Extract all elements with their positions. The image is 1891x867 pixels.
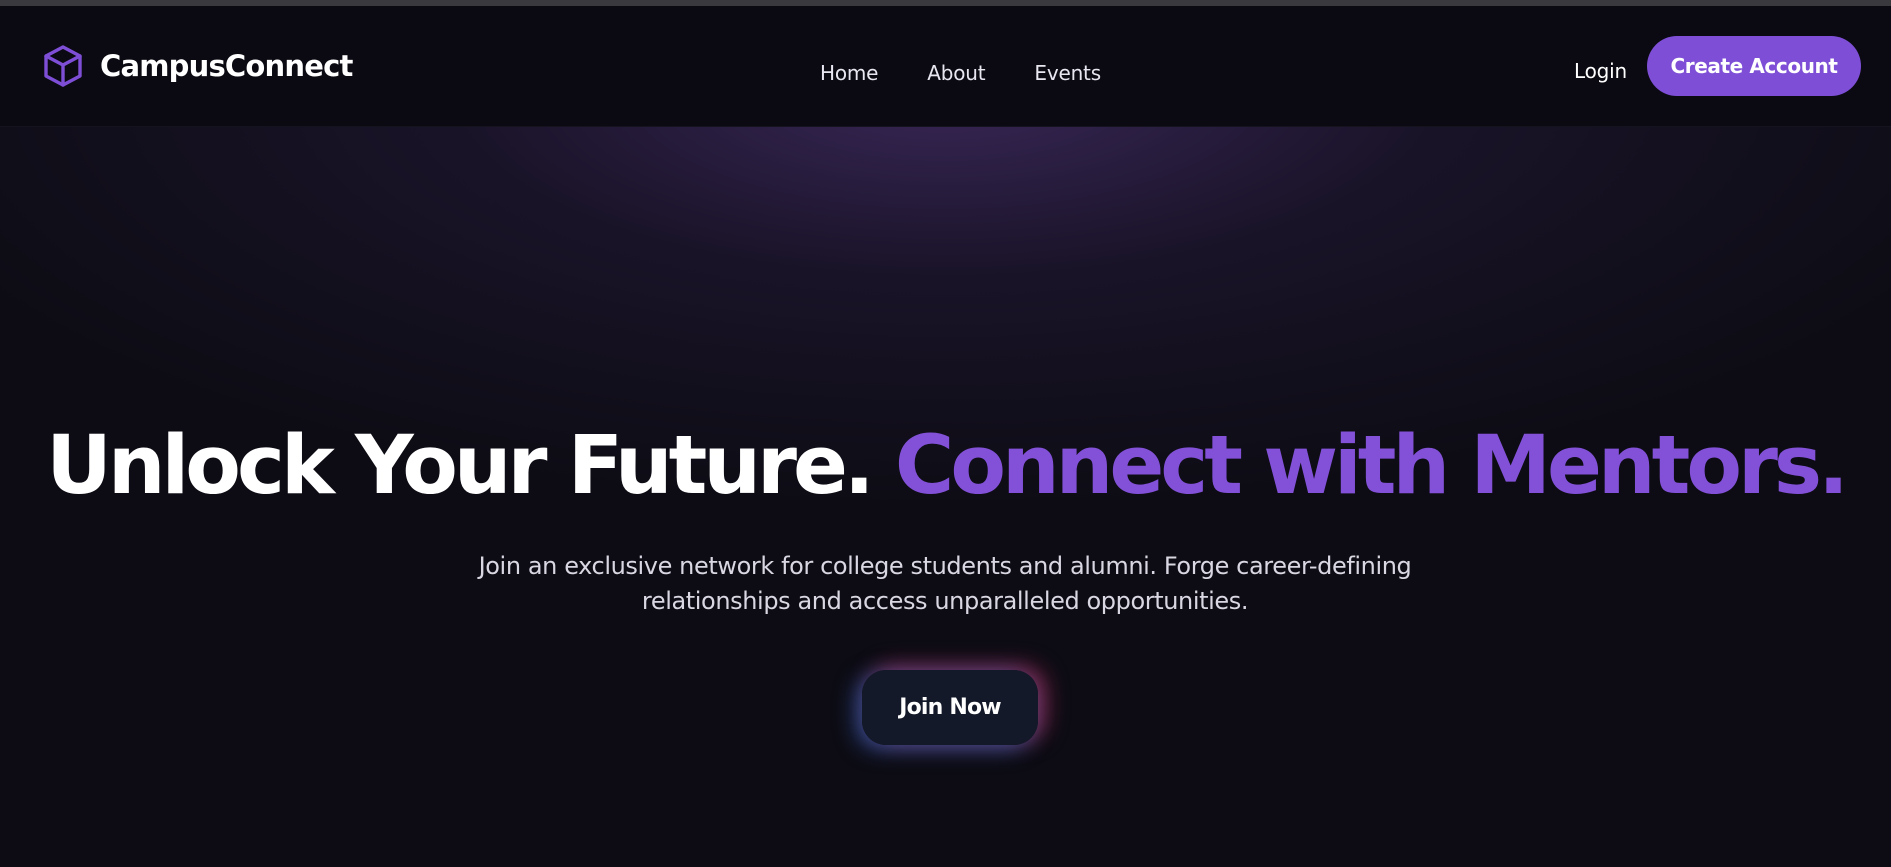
hero-section: Unlock Your Future. Connect with Mentors… — [0, 127, 1891, 867]
hero-subtitle: Join an exclusive network for college st… — [470, 549, 1420, 619]
main-nav: Home About Events — [820, 58, 1101, 88]
brand-name: CampusConnect — [100, 49, 353, 83]
cube-icon — [44, 45, 82, 87]
subtitle-line-2: relationships and access unparalleled op… — [641, 587, 1249, 615]
nav-link-about[interactable]: About — [927, 61, 985, 85]
headline-part-2: Connect with Mentors. — [894, 419, 1849, 513]
join-now-button[interactable]: Join Now — [862, 670, 1038, 745]
subtitle-line-1: Join an exclusive network for college st… — [478, 552, 1412, 580]
brand[interactable]: CampusConnect — [42, 43, 353, 89]
headline-part-1: Unlock Your Future. — [46, 419, 875, 513]
nav-link-home[interactable]: Home — [820, 61, 878, 85]
login-link[interactable]: Login — [1574, 59, 1627, 83]
navbar: CampusConnect Home About Events Login Cr… — [0, 6, 1891, 127]
page: CampusConnect Home About Events Login Cr… — [0, 6, 1891, 867]
create-account-button[interactable]: Create Account — [1647, 36, 1861, 96]
hero-headline: Unlock Your Future. Connect with Mentors… — [0, 416, 1891, 516]
nav-link-events[interactable]: Events — [1034, 61, 1101, 85]
